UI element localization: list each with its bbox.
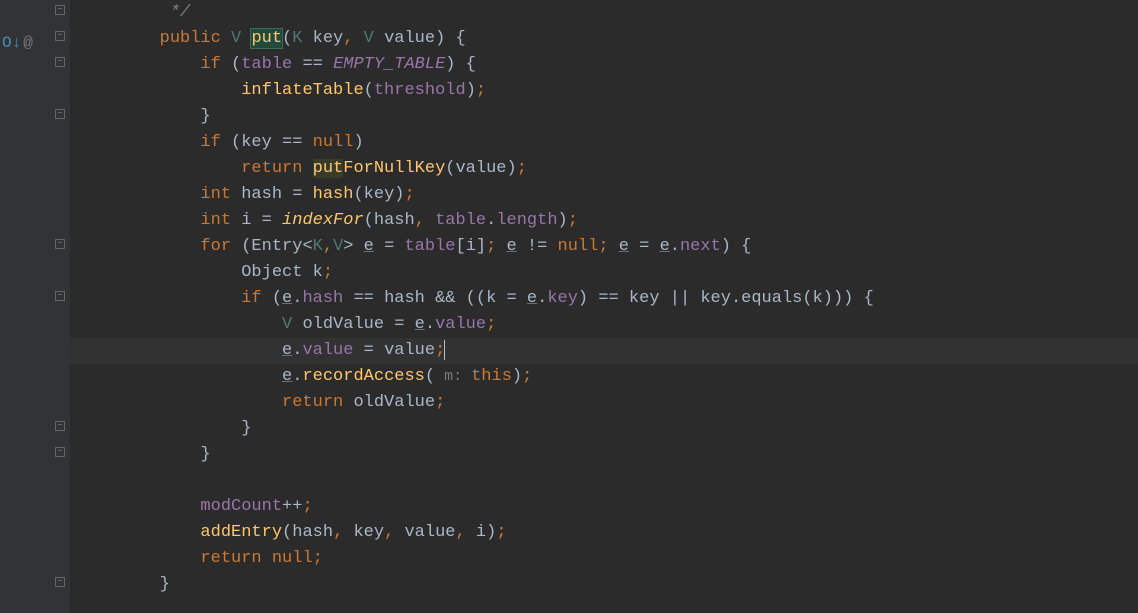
code-line: }	[70, 416, 1138, 442]
fold-marker-icon[interactable]: −	[55, 109, 65, 119]
type-param: V	[364, 29, 374, 48]
method-call-highlighted: put	[313, 159, 344, 178]
keyword: return	[78, 393, 353, 412]
static-method-call: indexFor	[282, 211, 364, 230]
local-var: e	[619, 237, 629, 256]
code-line: for (Entry<K,V> e = table[i]; e != null;…	[70, 234, 1138, 260]
code-line: addEntry(hash, key, value, i);	[70, 520, 1138, 546]
keyword: int	[78, 185, 241, 204]
method-call: recordAccess	[302, 367, 424, 386]
code-line-current: e.value = value;	[70, 338, 1138, 364]
local-var: e	[282, 289, 292, 308]
code-line: return putForNullKey(value);	[70, 156, 1138, 182]
code-line: if (e.hash == hash && ((k = e.key) == ke…	[70, 286, 1138, 312]
code-line: V oldValue = e.value;	[70, 312, 1138, 338]
method-call: addEntry	[200, 523, 282, 542]
local-var: e	[364, 237, 374, 256]
field-ref: threshold	[374, 81, 466, 100]
fold-marker-icon[interactable]: −	[55, 31, 65, 41]
override-method-icon[interactable]: O↓	[2, 30, 21, 56]
fold-marker-icon[interactable]: −	[55, 291, 65, 301]
keyword: if	[78, 133, 231, 152]
code-line	[70, 468, 1138, 494]
method-call: hash	[313, 185, 354, 204]
text-cursor	[444, 340, 445, 360]
method-name-declaration: put	[251, 29, 282, 48]
fold-marker-icon[interactable]: −	[55, 447, 65, 457]
keyword: return	[78, 549, 272, 568]
local-var: e	[415, 315, 425, 334]
type-param: K	[313, 237, 323, 256]
comment-text: */	[78, 3, 190, 22]
method-call: ForNullKey	[343, 159, 445, 178]
field-ref: table	[404, 237, 455, 256]
code-line: return oldValue;	[70, 390, 1138, 416]
local-var: e	[527, 289, 537, 308]
code-line: e.recordAccess( m: this);	[70, 364, 1138, 390]
fold-marker-icon[interactable]: −	[55, 57, 65, 67]
keyword: if	[78, 289, 272, 308]
keyword: null	[272, 549, 313, 568]
method-call: inflateTable	[241, 81, 363, 100]
local-var: e	[282, 341, 292, 360]
field-ref: value	[435, 315, 486, 334]
field-ref: table	[435, 211, 486, 230]
code-line: return null;	[70, 546, 1138, 572]
code-line: }	[70, 572, 1138, 598]
code-line: }	[70, 442, 1138, 468]
field-ref: key	[547, 289, 578, 308]
code-line: modCount++;	[70, 494, 1138, 520]
keyword: public	[78, 29, 231, 48]
keyword: return	[78, 159, 313, 178]
code-line: public V put(K key, V value) {	[70, 26, 1138, 52]
field-ref: modCount	[200, 497, 282, 516]
fold-marker-icon[interactable]: −	[55, 5, 65, 15]
parameter-hint: m:	[435, 368, 471, 385]
local-var: e	[282, 367, 292, 386]
implementing-method-icon[interactable]: @	[23, 30, 33, 56]
field-ref: value	[302, 341, 353, 360]
code-line: int i = indexFor(hash, table.length);	[70, 208, 1138, 234]
keyword: for	[78, 237, 241, 256]
local-var: e	[660, 237, 670, 256]
code-line: }	[70, 104, 1138, 130]
code-line: int hash = hash(key);	[70, 182, 1138, 208]
keyword: null	[313, 133, 354, 152]
fold-marker-icon[interactable]: −	[55, 421, 65, 431]
code-line: */	[70, 0, 1138, 26]
type-param: V	[231, 29, 241, 48]
field-ref: length	[496, 211, 557, 230]
code-line: if (table == EMPTY_TABLE) {	[70, 52, 1138, 78]
local-var: e	[507, 237, 517, 256]
editor-gutter: O↓ @ − − − − − − − − −	[0, 0, 70, 613]
type-param: K	[292, 29, 302, 48]
keyword: this	[471, 367, 512, 386]
keyword: null	[558, 237, 599, 256]
fold-marker-icon[interactable]: −	[55, 239, 65, 249]
keyword: int	[78, 211, 241, 230]
field-ref: next	[680, 237, 721, 256]
code-line: inflateTable(threshold);	[70, 78, 1138, 104]
code-line: if (key == null)	[70, 130, 1138, 156]
field-ref: hash	[302, 289, 343, 308]
type-param: V	[282, 315, 292, 334]
fold-marker-icon[interactable]: −	[55, 577, 65, 587]
gutter-line-markers: O↓ @	[0, 30, 33, 56]
code-editor[interactable]: */ public V put(K key, V value) { if (ta…	[70, 0, 1138, 613]
field-ref: table	[241, 55, 292, 74]
keyword: if	[78, 55, 231, 74]
code-line: Object k;	[70, 260, 1138, 286]
type-param: V	[333, 237, 343, 256]
constant-ref: EMPTY_TABLE	[333, 55, 445, 74]
